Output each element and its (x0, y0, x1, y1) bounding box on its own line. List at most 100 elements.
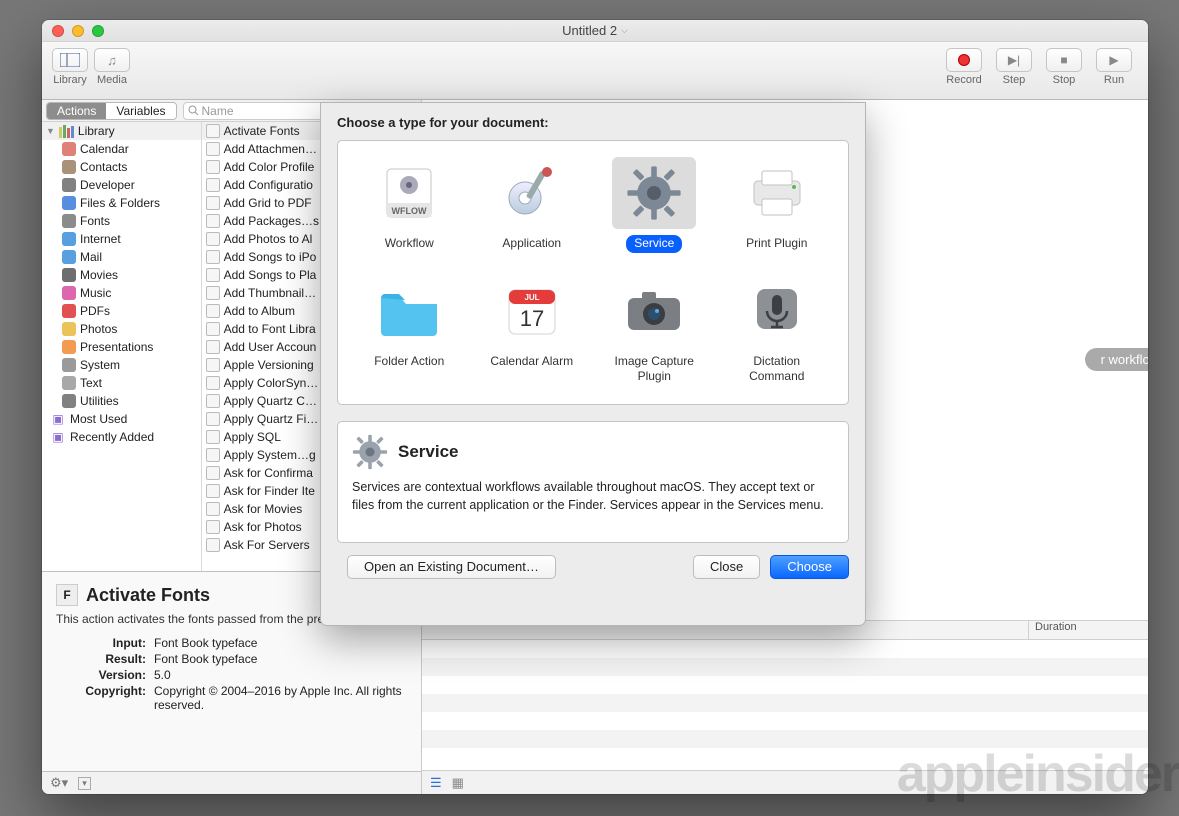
disclosure-toggle-icon[interactable]: ▾ (78, 777, 91, 790)
zoom-window-button[interactable] (92, 25, 104, 37)
open-existing-button[interactable]: Open an Existing Document… (347, 555, 556, 579)
type-service[interactable]: Service (593, 157, 716, 253)
library-toggle-button[interactable] (52, 48, 88, 72)
library-mode-segmented[interactable]: Actions Variables (46, 102, 177, 120)
action-icon (206, 142, 220, 156)
grid-view-icon[interactable]: ▦ (452, 775, 464, 791)
category-item[interactable]: Utilities (42, 392, 201, 410)
category-item[interactable]: Photos (42, 320, 201, 338)
workflow-footer: ☰ ▦ (422, 770, 1148, 794)
type-image-capture-plugin[interactable]: Image CapturePlugin (593, 275, 716, 386)
desc-title: Service (398, 442, 459, 462)
smart-folder-item[interactable]: ▣Recently Added (42, 428, 201, 446)
close-window-button[interactable] (52, 25, 64, 37)
action-icon (206, 358, 220, 372)
run-icon: ▶ (1109, 53, 1118, 67)
action-icon (206, 214, 220, 228)
category-item[interactable]: System (42, 356, 201, 374)
type-workflow[interactable]: WFLOWWorkflow (348, 157, 471, 253)
tab-actions[interactable]: Actions (47, 103, 106, 119)
stop-button[interactable]: ■ (1046, 48, 1082, 72)
category-icon (62, 142, 76, 156)
category-icon (62, 394, 76, 408)
category-icon (62, 322, 76, 336)
log-col-duration[interactable]: Duration (1028, 621, 1148, 639)
list-view-icon[interactable]: ☰ (430, 775, 442, 791)
category-item[interactable]: Text (42, 374, 201, 392)
category-item[interactable]: PDFs (42, 302, 201, 320)
action-icon (206, 502, 220, 516)
app-window: Untitled 2⌵ Library ♫ Media Record ▶|Ste… (42, 20, 1148, 794)
category-icon (62, 160, 76, 174)
stop-icon: ■ (1060, 53, 1067, 67)
action-icon (206, 340, 220, 354)
step-button[interactable]: ▶| (996, 48, 1032, 72)
title-menu-chevron-icon[interactable]: ⌵ (621, 25, 628, 36)
window-title: Untitled 2⌵ (562, 23, 628, 38)
category-item[interactable]: Contacts (42, 158, 201, 176)
category-icon (62, 250, 76, 264)
action-icon (206, 304, 220, 318)
library-header[interactable]: ▼ Library (42, 122, 201, 140)
category-item[interactable]: Fonts (42, 212, 201, 230)
tab-variables[interactable]: Variables (106, 103, 175, 119)
record-icon (958, 54, 970, 66)
library-icon (59, 125, 74, 138)
type-calendar-alarm[interactable]: JUL17Calendar Alarm (471, 275, 594, 386)
svg-text:17: 17 (520, 306, 544, 331)
service-gear-icon (352, 434, 388, 470)
category-icon (62, 340, 76, 354)
traffic-lights (52, 25, 104, 37)
category-item[interactable]: Music (42, 284, 201, 302)
step-icon: ▶| (1008, 53, 1020, 67)
action-icon (206, 322, 220, 336)
log-body (422, 640, 1148, 770)
category-item[interactable]: Calendar (42, 140, 201, 158)
type-dictation-command[interactable]: DictationCommand (716, 275, 839, 386)
type-description: Service Services are contextual workflow… (337, 421, 849, 543)
workflow-icon: WFLOW (367, 157, 451, 229)
category-item[interactable]: Presentations (42, 338, 201, 356)
action-icon (206, 286, 220, 300)
calendar-alarm-icon: JUL17 (490, 275, 574, 347)
category-icon (62, 214, 76, 228)
workflow-hint: r workflow. (1085, 348, 1148, 371)
media-label: Media (97, 74, 127, 86)
category-icon (62, 304, 76, 318)
library-footer: ⚙︎▾ ▾ (42, 772, 421, 794)
smart-folder-item[interactable]: ▣Most Used (42, 410, 201, 428)
category-icon (62, 286, 76, 300)
gear-menu-icon[interactable]: ⚙︎▾ (50, 775, 68, 791)
category-item[interactable]: Files & Folders (42, 194, 201, 212)
media-button[interactable]: ♫ (94, 48, 130, 72)
action-icon (206, 466, 220, 480)
action-icon (206, 430, 220, 444)
type-folder-action[interactable]: Folder Action (348, 275, 471, 386)
category-list[interactable]: ▼ Library CalendarContactsDeveloperFiles… (42, 122, 202, 571)
category-icon (62, 358, 76, 372)
svg-text:WFLOW: WFLOW (392, 206, 427, 216)
sidebar-icon (60, 53, 80, 67)
category-item[interactable]: Internet (42, 230, 201, 248)
minimize-window-button[interactable] (72, 25, 84, 37)
category-item[interactable]: Developer (42, 176, 201, 194)
category-icon (62, 196, 76, 210)
action-icon (206, 178, 220, 192)
sheet-heading: Choose a type for your document: (337, 115, 849, 130)
search-icon (188, 105, 199, 116)
folder-action-icon (367, 275, 451, 347)
type-application[interactable]: Application (471, 157, 594, 253)
category-icon (62, 268, 76, 282)
record-button[interactable] (946, 48, 982, 72)
run-button[interactable]: ▶ (1096, 48, 1132, 72)
category-item[interactable]: Mail (42, 248, 201, 266)
desc-body: Services are contextual workflows availa… (352, 478, 834, 514)
image-capture-plugin-icon (612, 275, 696, 347)
choose-button[interactable]: Choose (770, 555, 849, 579)
template-chooser-sheet: Choose a type for your document: WFLOWWo… (320, 102, 866, 626)
close-button[interactable]: Close (693, 555, 760, 579)
type-print-plugin[interactable]: Print Plugin (716, 157, 839, 253)
action-icon (206, 268, 220, 282)
category-item[interactable]: Movies (42, 266, 201, 284)
document-type-grid: WFLOWWorkflowApplicationServicePrint Plu… (337, 140, 849, 405)
